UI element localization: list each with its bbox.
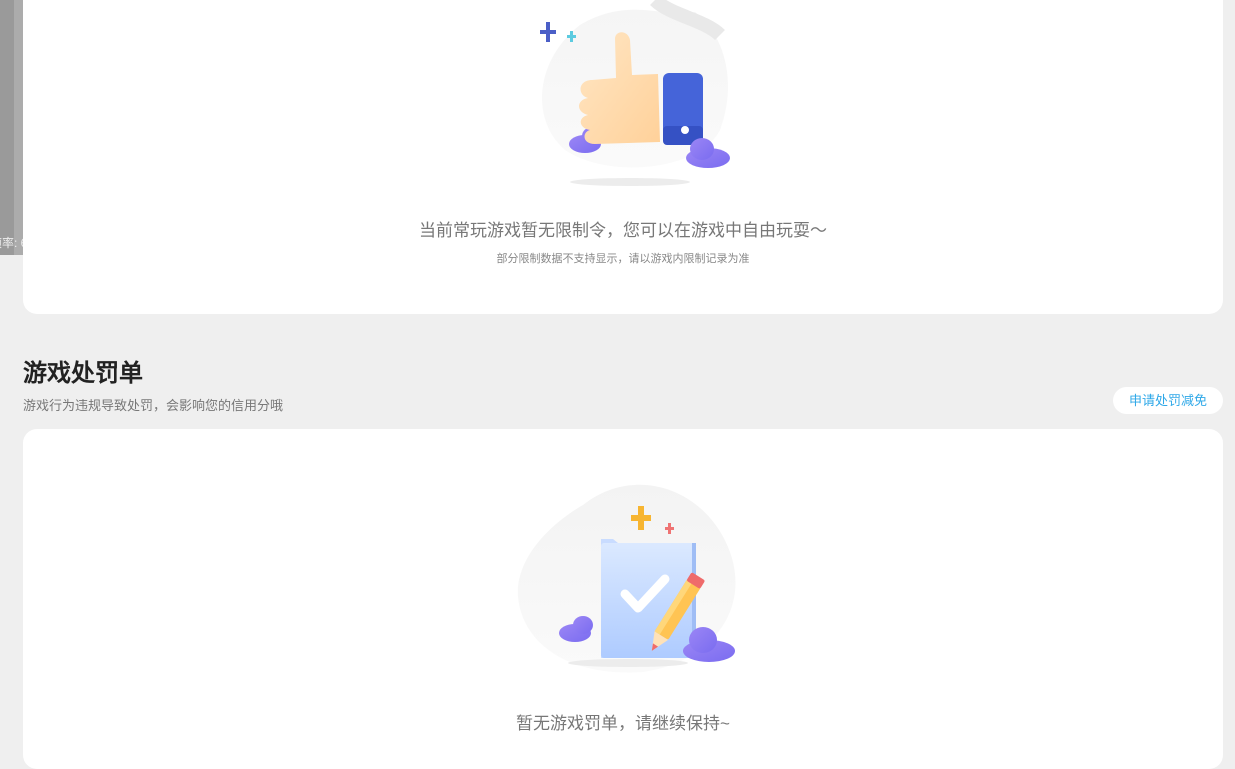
restrictions-empty-text: 当前常玩游戏暂无限制令，您可以在游戏中自由玩耍～: [419, 221, 827, 240]
apply-penalty-reduction-button[interactable]: 申请处罚减免: [1113, 387, 1223, 414]
thumbs-up-icon: [540, 0, 730, 186]
document-checked-icon: [517, 484, 736, 673]
restrictions-card: 当前常玩游戏暂无限制令，您可以在游戏中自由玩耍～ 部分限制数据不支持显示，请以游…: [23, 0, 1223, 314]
restrictions-note: 部分限制数据不支持显示，请以游戏内限制记录为准: [496, 253, 750, 265]
section-description: 游戏行为违规导致处罚，会影响您的信用分哦: [23, 398, 284, 413]
penalties-card: 暂无游戏罚单，请继续保持~: [23, 429, 1223, 769]
penalties-empty-text: 暂无游戏罚单，请继续保持~: [516, 714, 730, 733]
section-title: 游戏处罚单: [23, 360, 143, 387]
